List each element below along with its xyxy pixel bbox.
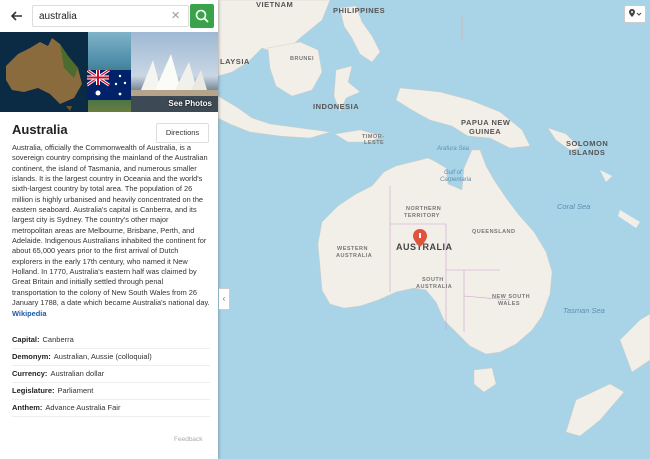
description: Australia, officially the Commonwealth o… [12, 143, 210, 319]
photo-australia-map[interactable] [0, 32, 88, 112]
see-photos-link[interactable]: See Photos [168, 99, 212, 108]
description-text: Australia, officially the Commonwealth o… [12, 143, 210, 308]
map-label-arafura-sea: Arafura Sea [437, 146, 470, 152]
map-label-solomon-islands: SOLOMON [566, 139, 609, 148]
fact-value: Advance Australia Fair [45, 403, 121, 412]
map-label-indonesia: INDONESIA [313, 102, 360, 111]
fact-key: Currency: [12, 369, 48, 378]
search-button[interactable] [190, 4, 214, 28]
side-panel: ✕ [0, 0, 218, 459]
fact-key: Demonym: [12, 352, 51, 361]
map-label-philippines: PHILIPPINES [333, 6, 386, 15]
fact-currency: Currency: Australian dollar [12, 366, 210, 383]
fact-value: Australian, Aussie (colloquial) [53, 352, 152, 361]
fact-anthem: Anthem: Advance Australia Fair [12, 400, 210, 417]
map-label-gulf: Gulf of [444, 170, 462, 176]
map-label-malaysia: LAYSIA [220, 57, 250, 66]
map-label-western-australia-2: AUSTRALIA [336, 253, 373, 259]
map-label-south-australia-2: AUSTRALIA [416, 284, 453, 290]
map-label-gulf-2: Carpentaria [440, 177, 472, 183]
feedback-link[interactable]: Feedback [174, 436, 203, 443]
map-label-northern-territory-2: TERRITORY [404, 213, 440, 219]
map-label-papua-new-guinea-2: GUINEA [469, 127, 502, 136]
map-label-nsw-2: WALES [498, 301, 521, 307]
map-location-button[interactable] [624, 5, 646, 23]
map-label-brunei: BRUNEI [290, 56, 315, 62]
map-label-tasman-sea: Tasman Sea [563, 306, 605, 315]
map-label-south-australia: SOUTH [422, 277, 444, 283]
location-pin-icon [629, 9, 642, 17]
map-pin-icon[interactable] [413, 229, 427, 247]
search-icon [195, 9, 209, 23]
fact-demonym: Demonym: Australian, Aussie (colloquial) [12, 349, 210, 366]
map-label-timor-2: LESTE [364, 140, 385, 146]
fact-legislature: Legislature: Parliament [12, 383, 210, 400]
fact-key: Anthem: [12, 403, 43, 412]
fact-value: Parliament [57, 386, 94, 395]
map-label-coral-sea: Coral Sea [557, 202, 591, 211]
fact-key: Legislature: [12, 386, 55, 395]
map-label-western-australia: WESTERN [337, 246, 368, 252]
fact-value: Australian dollar [50, 369, 105, 378]
map-label-vietnam: VIETNAM [256, 0, 294, 9]
search-input[interactable] [32, 5, 189, 27]
australian-flag-icon [87, 70, 131, 100]
search-bar: ✕ [0, 0, 218, 32]
directions-button[interactable]: Directions [156, 123, 209, 143]
photo-strip[interactable]: See Photos [0, 32, 218, 112]
wikipedia-link[interactable]: Wikipedia [12, 309, 46, 318]
collapse-panel-button[interactable]: ‹ [219, 288, 230, 310]
place-title: Australia [12, 122, 68, 137]
fact-capital: Capital: Canberra [12, 332, 210, 349]
map-label-northern-territory: NORTHERN [406, 206, 442, 212]
facts-list: Capital: Canberra Demonym: Australian, Aus… [12, 332, 210, 417]
back-arrow-icon[interactable] [8, 7, 26, 25]
map-label-nsw: NEW SOUTH [492, 294, 531, 300]
chevron-left-icon: ‹ [222, 294, 226, 303]
map-label-queensland: QUEENSLAND [472, 229, 516, 235]
clear-icon[interactable]: ✕ [171, 9, 180, 22]
fact-key: Capital: [12, 335, 40, 344]
map-label-papua-new-guinea: PAPUA NEW [461, 118, 511, 127]
fact-value: Canberra [42, 335, 74, 344]
map-label-solomon-islands-2: ISLANDS [569, 148, 606, 157]
